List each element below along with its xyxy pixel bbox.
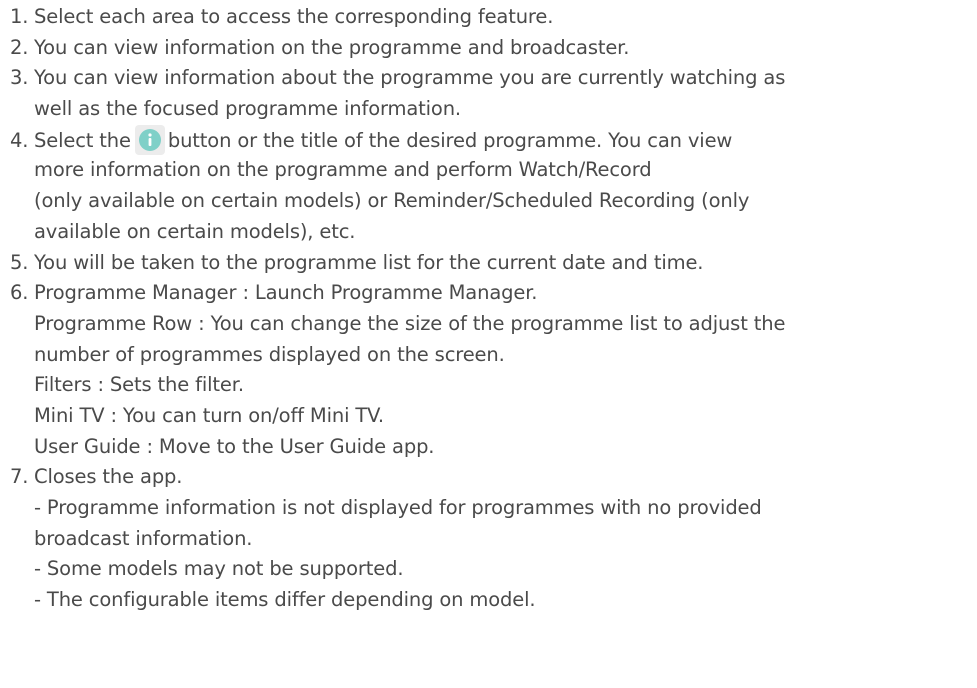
item-number: 3.: [10, 66, 29, 90]
item-number: 6.: [10, 281, 29, 305]
list-item-4-continuation: more information on the programme and pe…: [10, 155, 975, 186]
item-text: You will be taken to the programme list …: [34, 250, 704, 274]
list-item-6-continuation: Filters : Sets the filter.: [10, 370, 975, 401]
list-item-6-continuation: User Guide : Move to the User Guide app.: [10, 432, 975, 463]
item-number: 4.: [10, 128, 29, 152]
item-text: available on certain models), etc.: [34, 219, 356, 243]
list-item-7: 7. Closes the app.: [10, 462, 975, 493]
item-text: Programme Manager : Launch Programme Man…: [34, 281, 538, 305]
item-number: 1.: [10, 5, 29, 28]
list-item-2: 2. You can view information on the progra…: [10, 33, 975, 64]
item-text: more information on the programme and pe…: [34, 158, 652, 182]
item-text: Select each area to access the correspon…: [34, 5, 554, 28]
list-item-6-continuation: Mini TV : You can turn on/off Mini TV.: [10, 401, 975, 432]
note-text: - Programme information is not displayed…: [34, 496, 762, 519]
instructions-list: 1. Select each area to access the corresp…: [10, 2, 975, 616]
list-item-6-continuation: number of programmes displayed on the sc…: [10, 340, 975, 371]
item-text: User Guide : Move to the User Guide app.: [34, 434, 435, 458]
list-item-5: 5. You will be taken to the programme lis…: [10, 248, 975, 279]
note-text: - Some models may not be supported.: [34, 557, 404, 581]
item-text: number of programmes displayed on the sc…: [34, 342, 505, 366]
item-text: (only available on certain models) or Re…: [34, 189, 750, 213]
item-text: well as the focused programme informatio…: [34, 97, 461, 121]
item-text: Mini TV : You can turn on/off Mini TV.: [34, 403, 384, 427]
item-text: button or the title of the desired progr…: [167, 128, 733, 152]
item-number: 7.: [10, 465, 29, 489]
list-item-6: 6. Programme Manager : Launch Programme M…: [10, 278, 975, 309]
item-text: Select the: [34, 128, 131, 152]
info-icon: [134, 124, 165, 155]
list-item-1: 1. Select each area to access the corresp…: [10, 2, 975, 33]
note-text: broadcast information.: [34, 526, 253, 550]
list-item-4-continuation: available on certain models), etc.: [10, 217, 975, 248]
list-item-4: 4. Select the button or the title of the d…: [10, 124, 975, 156]
item-text: You can view information on the programm…: [34, 35, 630, 59]
list-item-3-continuation: well as the focused programme informatio…: [10, 94, 975, 125]
list-item-6-continuation: Programme Row : You can change the size …: [10, 309, 975, 340]
note-line: - Some models may not be supported.: [10, 554, 975, 585]
note-text: - The configurable items differ dependin…: [34, 588, 536, 612]
item-text: Programme Row : You can change the size …: [34, 311, 786, 335]
note-line: - The configurable items differ dependin…: [10, 585, 975, 616]
item-number: 2.: [10, 35, 29, 59]
note-line: - Programme information is not displayed…: [10, 493, 975, 524]
note-line: broadcast information.: [10, 524, 975, 555]
item-text: You can view information about the progr…: [34, 66, 786, 90]
list-item-4-continuation: (only available on certain models) or Re…: [10, 186, 975, 217]
item-text: Filters : Sets the filter.: [34, 373, 244, 397]
item-text: Closes the app.: [34, 465, 183, 489]
list-item-3: 3. You can view information about the pro…: [10, 63, 975, 94]
item-number: 5.: [10, 250, 29, 274]
